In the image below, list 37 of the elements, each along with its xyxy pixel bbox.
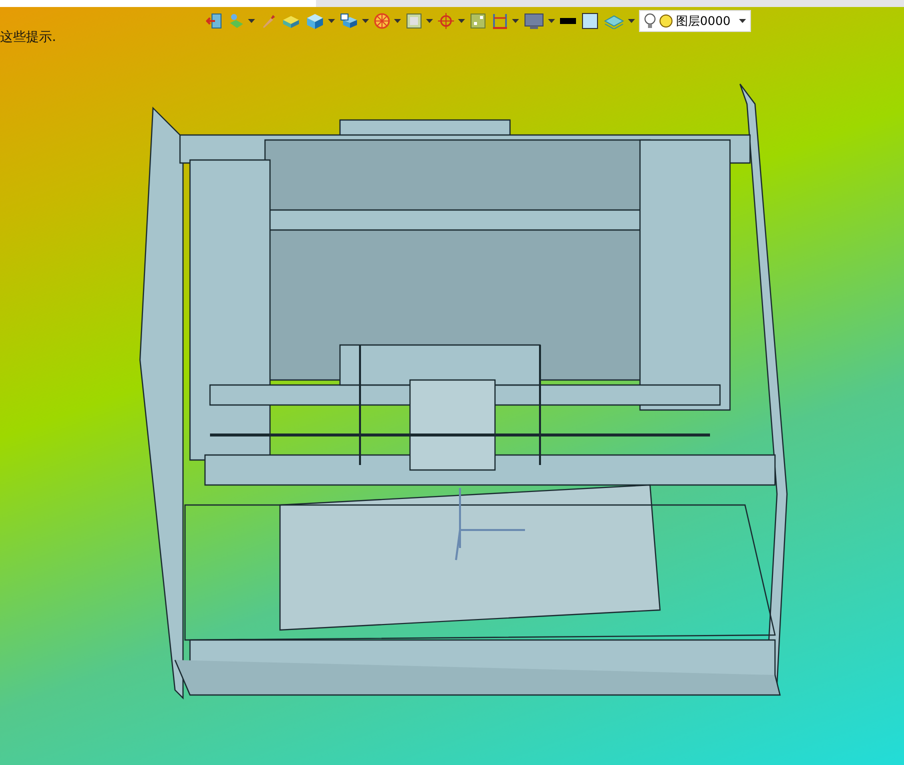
box-icon (282, 13, 300, 29)
dropdown-caret-icon[interactable] (628, 19, 635, 23)
target-icon (438, 13, 454, 29)
fill-color-icon (582, 13, 598, 29)
dropdown-caret-icon[interactable] (328, 19, 335, 23)
dimension-icon (492, 13, 508, 29)
wheel-icon (374, 13, 390, 29)
sun-icon (659, 14, 673, 28)
cube-icon (306, 13, 324, 29)
dropdown-caret-icon[interactable] (362, 19, 369, 23)
wheel-tool-button[interactable] (373, 12, 391, 30)
hint-text: 这些提示. (0, 29, 58, 46)
light-bulb-icon (644, 13, 656, 29)
dropdown-caret-icon[interactable] (548, 19, 555, 23)
fill-tool-button[interactable] (581, 12, 599, 30)
pointer-icon (228, 13, 244, 29)
dropdown-caret-icon (739, 19, 746, 23)
dropdown-caret-icon[interactable] (394, 19, 401, 23)
monitor-icon (524, 13, 544, 29)
view-cube-icon (340, 13, 358, 29)
monitor-tool-button[interactable] (523, 12, 545, 30)
exit-icon (206, 13, 222, 29)
dimension-tool-button[interactable] (491, 12, 509, 30)
exit-tool-button[interactable] (205, 12, 223, 30)
picture-tool-button[interactable] (469, 12, 487, 30)
brush-icon (260, 13, 276, 29)
layers-icon (604, 13, 624, 29)
picture-icon (470, 13, 486, 29)
dropdown-caret-icon[interactable] (426, 19, 433, 23)
layer-select[interactable]: 图层0000 (639, 10, 751, 32)
image-icon (406, 13, 422, 29)
dropdown-caret-icon[interactable] (248, 19, 255, 23)
dropdown-caret-icon[interactable] (458, 19, 465, 23)
image-tool-button[interactable] (405, 12, 423, 30)
dropdown-caret-icon[interactable] (512, 19, 519, 23)
cube-tool-button[interactable] (305, 12, 325, 30)
view-tool-button[interactable] (339, 12, 359, 30)
